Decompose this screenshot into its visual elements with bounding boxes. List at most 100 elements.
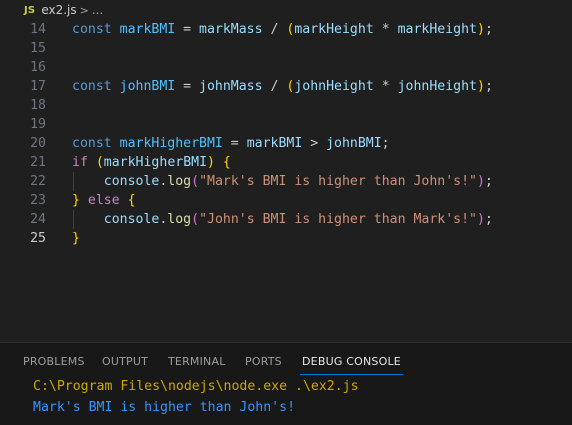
code-token: johnMass — [199, 79, 263, 94]
code-token: ( — [95, 155, 104, 170]
code-token: ) — [207, 155, 215, 170]
code-line[interactable]: 18 — [0, 96, 572, 115]
line-number: 21 — [30, 155, 46, 170]
code-token: markHeight — [397, 22, 477, 37]
code-token: console — [103, 174, 160, 189]
code-token: = — [175, 22, 200, 37]
code-token: ) — [476, 212, 485, 227]
code-token: = — [222, 136, 247, 151]
line-number: 17 — [30, 79, 46, 94]
breadcrumb-symbols[interactable]: ... — [92, 3, 103, 17]
code-text: const markBMI = markMass / (markHeight *… — [72, 20, 493, 39]
code-text: const markHigherBMI = markBMI > johnBMI; — [72, 134, 390, 153]
code-token: markBMI — [119, 22, 176, 37]
line-number: 14 — [30, 22, 46, 37]
code-token: if — [72, 155, 88, 170]
code-token: ; — [484, 212, 493, 227]
chevron-right-icon: > — [79, 3, 89, 17]
code-token: ) — [477, 22, 485, 37]
code-token: { — [222, 155, 231, 170]
code-line[interactable]: 15 — [0, 39, 572, 58]
code-line[interactable]: 19 — [0, 115, 572, 134]
tab-problems[interactable]: PROBLEMS — [23, 355, 85, 368]
breadcrumb: JS ex2.js > ... — [0, 0, 572, 20]
code-token: markHeight — [294, 22, 374, 37]
code-line[interactable]: 14 const markBMI = markMass / (markHeight… — [0, 20, 572, 39]
tab-terminal[interactable]: TERMINAL — [168, 355, 226, 368]
code-line[interactable]: 20 const markHigherBMI = markBMI > johnBM… — [0, 134, 572, 153]
code-token: * — [373, 79, 398, 94]
console-command-line: C:\Program Files\nodejs\node.exe .\ex2.j… — [33, 379, 359, 394]
code-text: const johnBMI = johnMass / (johnHeight *… — [72, 77, 493, 96]
code-line[interactable]: 25} — [0, 229, 572, 248]
code-token: markMass — [199, 22, 263, 37]
code-token: const — [72, 136, 120, 151]
code-token: markBMI — [246, 136, 303, 151]
code-token: { — [127, 193, 136, 208]
code-text: console.log("John's BMI is higher than M… — [72, 210, 493, 229]
breadcrumb-file[interactable]: ex2.js — [41, 3, 76, 17]
code-token: ( — [191, 212, 200, 227]
vscode-window: JS ex2.js > ... 14 const markBMI = markMa… — [0, 0, 572, 425]
code-token: } — [72, 231, 80, 246]
code-token: log — [167, 174, 192, 189]
code-token: "Mark's BMI is higher than John's!" — [199, 174, 477, 189]
code-token: console — [103, 212, 160, 227]
code-line[interactable]: 24 console.log("John's BMI is higher tha… — [0, 210, 572, 229]
line-number: 19 — [30, 117, 46, 132]
code-text: if (markHigherBMI) { — [72, 153, 231, 172]
console-output-line: Mark's BMI is higher than John's! — [33, 400, 296, 415]
code-token: = — [175, 79, 200, 94]
code-token: * — [373, 22, 398, 37]
bottom-panel: PROBLEMS OUTPUT TERMINAL PORTS DEBUG CONSOLE… — [0, 342, 572, 425]
code-token: "John's BMI is higher than Mark's!" — [199, 212, 477, 227]
code-token: else — [87, 193, 120, 208]
code-token: } — [72, 193, 80, 208]
line-number: 23 — [30, 193, 46, 208]
code-text: } else { — [72, 191, 136, 210]
tab-output[interactable]: OUTPUT — [102, 355, 148, 368]
code-token: log — [167, 212, 192, 227]
line-number: 16 — [30, 60, 46, 75]
code-line[interactable]: 21 if (markHigherBMI) { — [0, 153, 572, 172]
code-line[interactable]: 16 — [0, 58, 572, 77]
code-editor[interactable]: 14 const markBMI = markMass / (markHeight… — [0, 20, 572, 340]
code-token: const — [72, 79, 120, 94]
line-number: 25 — [30, 231, 46, 246]
code-token: ; — [484, 22, 493, 37]
code-token: ; — [484, 174, 493, 189]
line-number: 20 — [30, 136, 46, 151]
javascript-file-icon: JS — [24, 4, 36, 16]
code-token: ) — [477, 79, 485, 94]
line-number: 24 — [30, 212, 46, 227]
panel-tabs: PROBLEMS OUTPUT TERMINAL PORTS DEBUG CONSOLE — [0, 343, 572, 375]
tab-ports[interactable]: PORTS — [245, 355, 282, 368]
line-number: 22 — [30, 174, 46, 189]
code-token: ; — [484, 79, 493, 94]
code-token: / — [262, 79, 287, 94]
code-line[interactable]: 22 console.log("Mark's BMI is higher tha… — [0, 172, 572, 191]
code-token: ; — [381, 136, 390, 151]
tab-debug-console[interactable]: DEBUG CONSOLE — [302, 355, 401, 368]
code-token: markHigherBMI — [103, 155, 208, 170]
code-line[interactable]: 23} else { — [0, 191, 572, 210]
code-token: const — [72, 22, 120, 37]
line-number: 15 — [30, 41, 46, 56]
code-token: ) — [476, 174, 485, 189]
code-token: johnBMI — [326, 136, 382, 151]
code-token: johnHeight — [397, 79, 477, 94]
line-number: 18 — [30, 98, 46, 113]
code-token: > — [302, 136, 327, 151]
code-token: johnHeight — [294, 79, 374, 94]
code-line[interactable]: 17 const johnBMI = johnMass / (johnHeight… — [0, 77, 572, 96]
code-token: johnBMI — [119, 79, 176, 94]
code-token: ( — [191, 174, 200, 189]
code-token: / — [262, 22, 287, 37]
active-tab-indicator — [300, 374, 403, 375]
